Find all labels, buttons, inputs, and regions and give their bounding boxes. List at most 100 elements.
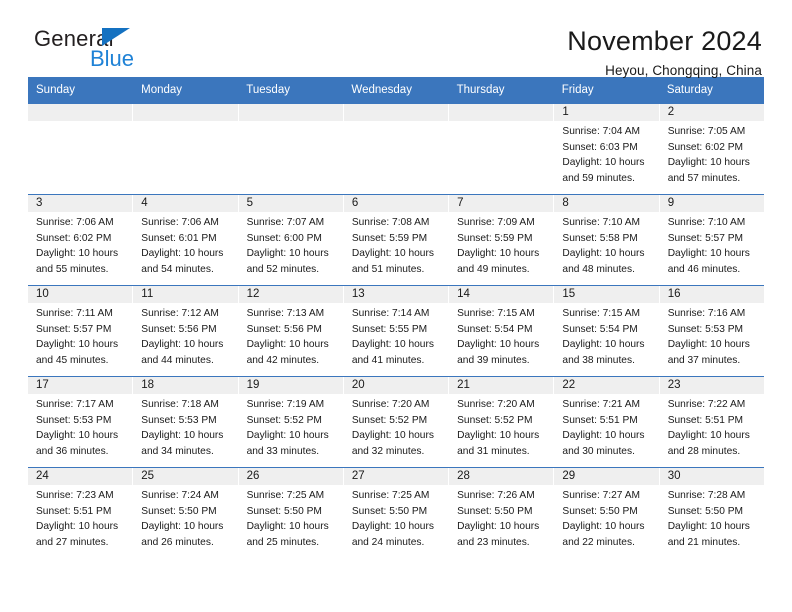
day-details: Sunrise: 7:07 AM Sunset: 6:00 PM Daylight:… — [239, 212, 343, 281]
day-details: Sunrise: 7:25 AM Sunset: 5:50 PM Daylight:… — [344, 485, 448, 554]
calendar-day-cell[interactable]: 19 Sunrise: 7:19 AM Sunset: 5:52 PM Dayligh… — [238, 377, 344, 468]
brand-logo[interactable]: General Blue — [28, 26, 178, 82]
calendar-day-cell[interactable]: 20 Sunrise: 7:20 AM Sunset: 5:52 PM Dayligh… — [343, 377, 450, 468]
calendar-day-cell[interactable]: 18 Sunrise: 7:18 AM Sunset: 5:53 PM Dayligh… — [133, 377, 239, 468]
sunset-text: Sunset: 5:52 PM — [457, 414, 533, 426]
sunset-text: Sunset: 5:57 PM — [36, 323, 112, 335]
day-details: Sunrise: 7:10 AM Sunset: 5:57 PM Daylight:… — [660, 212, 764, 281]
sunrise-text: Sunrise: 7:16 AM — [667, 308, 746, 320]
sunrise-text: Sunrise: 7:20 AM — [457, 399, 535, 411]
calendar-week-row: 24 Sunrise: 7:23 AM Sunset: 5:51 PM Dayligh… — [28, 467, 764, 559]
daylight-text: Daylight: 10 hours and 23 minutes. — [457, 521, 540, 548]
calendar-weeks: 1 Sunrise: 7:04 AM Sunset: 6:03 PM Daylight… — [28, 103, 764, 559]
sunrise-text: Sunrise: 7:15 AM — [457, 308, 535, 320]
sunset-text: Sunset: 5:50 PM — [562, 505, 638, 517]
day-number: 9 — [659, 195, 764, 213]
calendar-day-cell[interactable]: 6 Sunrise: 7:08 AM Sunset: 5:59 PM Daylight… — [343, 195, 450, 286]
sunrise-text: Sunrise: 7:07 AM — [246, 217, 325, 229]
sunset-text: Sunset: 5:58 PM — [562, 232, 638, 244]
day-details: Sunrise: 7:15 AM Sunset: 5:54 PM Daylight:… — [554, 303, 658, 372]
day-number: 30 — [659, 468, 764, 486]
day-number: 8 — [554, 195, 659, 213]
sunrise-text: Sunrise: 7:10 AM — [562, 217, 640, 229]
daylight-text: Daylight: 10 hours and 49 minutes. — [457, 248, 540, 275]
sunrise-text: Sunrise: 7:06 AM — [141, 217, 219, 229]
calendar-day-cell[interactable]: 12 Sunrise: 7:13 AM Sunset: 5:56 PM Dayligh… — [238, 286, 344, 377]
calendar-day-cell[interactable]: 30 Sunrise: 7:28 AM Sunset: 5:50 PM Dayligh… — [659, 468, 764, 559]
calendar-day-cell[interactable]: 1 Sunrise: 7:04 AM Sunset: 6:03 PM Daylight… — [554, 104, 660, 195]
sunset-text: Sunset: 5:54 PM — [457, 323, 533, 335]
calendar-day-cell[interactable]: 26 Sunrise: 7:25 AM Sunset: 5:50 PM Dayligh… — [238, 468, 344, 559]
sunrise-text: Sunrise: 7:25 AM — [246, 490, 325, 502]
day-number: 24 — [28, 468, 133, 486]
calendar-day-cell[interactable]: 17 Sunrise: 7:17 AM Sunset: 5:53 PM Dayligh… — [28, 377, 134, 468]
daylight-text: Daylight: 10 hours and 34 minutes. — [141, 430, 224, 457]
calendar-day-cell[interactable]: 15 Sunrise: 7:15 AM Sunset: 5:54 PM Dayligh… — [554, 286, 660, 377]
daylight-text: Daylight: 10 hours and 44 minutes. — [141, 339, 224, 366]
weekday-header-thursday: Thursday — [456, 84, 505, 96]
calendar-day-cell[interactable]: 11 Sunrise: 7:12 AM Sunset: 5:56 PM Dayligh… — [133, 286, 239, 377]
day-details: Sunrise: 7:08 AM Sunset: 5:59 PM Daylight:… — [344, 212, 448, 281]
sunrise-text: Sunrise: 7:08 AM — [351, 217, 430, 229]
day-number: 7 — [449, 195, 554, 213]
sunrise-text: Sunrise: 7:18 AM — [141, 399, 219, 411]
calendar-day-cell[interactable]: 29 Sunrise: 7:27 AM Sunset: 5:50 PM Dayligh… — [554, 468, 660, 559]
calendar-day-cell[interactable]: 8 Sunrise: 7:10 AM Sunset: 5:58 PM Daylight… — [554, 195, 660, 286]
triangle-icon — [102, 28, 130, 46]
calendar-week-row: 3 Sunrise: 7:06 AM Sunset: 6:02 PM Daylight… — [28, 194, 764, 286]
day-details: Sunrise: 7:20 AM Sunset: 5:52 PM Daylight:… — [344, 394, 448, 463]
calendar-day-cell[interactable]: 24 Sunrise: 7:23 AM Sunset: 5:51 PM Dayligh… — [28, 468, 134, 559]
daylight-text: Daylight: 10 hours and 38 minutes. — [562, 339, 645, 366]
sunrise-text: Sunrise: 7:27 AM — [562, 490, 640, 502]
day-details: Sunrise: 7:06 AM Sunset: 6:02 PM Daylight:… — [28, 212, 132, 281]
daylight-text: Daylight: 10 hours and 51 minutes. — [351, 248, 434, 275]
calendar-day-cell[interactable]: 27 Sunrise: 7:25 AM Sunset: 5:50 PM Dayligh… — [343, 468, 450, 559]
sunset-text: Sunset: 5:51 PM — [36, 505, 112, 517]
calendar-day-cell[interactable]: 16 Sunrise: 7:16 AM Sunset: 5:53 PM Dayligh… — [659, 286, 764, 377]
calendar-day-cell[interactable]: 14 Sunrise: 7:15 AM Sunset: 5:54 PM Dayligh… — [449, 286, 555, 377]
daylight-text: Daylight: 10 hours and 24 minutes. — [351, 521, 434, 548]
day-details: Sunrise: 7:26 AM Sunset: 5:50 PM Daylight:… — [449, 485, 553, 554]
day-number: 15 — [554, 286, 659, 304]
calendar-day-cell[interactable]: 13 Sunrise: 7:14 AM Sunset: 5:55 PM Dayligh… — [343, 286, 450, 377]
sunrise-text: Sunrise: 7:22 AM — [667, 399, 746, 411]
calendar-day-cell[interactable]: 9 Sunrise: 7:10 AM Sunset: 5:57 PM Daylight… — [659, 195, 764, 286]
day-number: 4 — [133, 195, 238, 213]
sunset-text: Sunset: 5:50 PM — [457, 505, 533, 517]
day-number: 29 — [554, 468, 659, 486]
day-number: 5 — [238, 195, 343, 213]
day-details: Sunrise: 7:11 AM Sunset: 5:57 PM Daylight:… — [28, 303, 132, 372]
day-details: Sunrise: 7:14 AM Sunset: 5:55 PM Daylight:… — [344, 303, 448, 372]
sunset-text: Sunset: 5:50 PM — [246, 505, 322, 517]
daylight-text: Daylight: 10 hours and 39 minutes. — [457, 339, 540, 366]
daylight-text: Daylight: 10 hours and 26 minutes. — [141, 521, 224, 548]
daylight-text: Daylight: 10 hours and 48 minutes. — [562, 248, 645, 275]
day-number: 20 — [343, 377, 449, 395]
sunrise-text: Sunrise: 7:11 AM — [36, 308, 113, 320]
day-number: 11 — [133, 286, 238, 304]
calendar-day-cell[interactable]: 7 Sunrise: 7:09 AM Sunset: 5:59 PM Daylight… — [449, 195, 555, 286]
calendar-day-cell[interactable]: 25 Sunrise: 7:24 AM Sunset: 5:50 PM Dayligh… — [133, 468, 239, 559]
day-number: 6 — [343, 195, 449, 213]
calendar-page: General Blue November 2024 Heyou, Chongq… — [0, 0, 792, 612]
calendar-day-cell[interactable]: 3 Sunrise: 7:06 AM Sunset: 6:02 PM Daylight… — [28, 195, 134, 286]
sunrise-text: Sunrise: 7:20 AM — [351, 399, 430, 411]
calendar-day-cell[interactable]: 28 Sunrise: 7:26 AM Sunset: 5:50 PM Dayligh… — [449, 468, 555, 559]
calendar-day-cell[interactable]: 21 Sunrise: 7:20 AM Sunset: 5:52 PM Dayligh… — [449, 377, 555, 468]
calendar-day-cell-empty — [28, 104, 134, 195]
calendar-day-cell[interactable]: 23 Sunrise: 7:22 AM Sunset: 5:51 PM Dayligh… — [659, 377, 764, 468]
page-title: November 2024 — [567, 26, 762, 56]
calendar-day-cell[interactable]: 10 Sunrise: 7:11 AM Sunset: 5:57 PM Dayligh… — [28, 286, 134, 377]
day-details: Sunrise: 7:04 AM Sunset: 6:03 PM Daylight:… — [554, 121, 658, 190]
daylight-text: Daylight: 10 hours and 54 minutes. — [141, 248, 224, 275]
day-number: 13 — [343, 286, 449, 304]
calendar-day-cell[interactable]: 2 Sunrise: 7:05 AM Sunset: 6:02 PM Daylight… — [659, 104, 764, 195]
daylight-text: Daylight: 10 hours and 33 minutes. — [246, 430, 329, 457]
sunset-text: Sunset: 5:57 PM — [667, 232, 744, 244]
day-details: Sunrise: 7:15 AM Sunset: 5:54 PM Daylight:… — [449, 303, 553, 372]
calendar-day-cell[interactable]: 22 Sunrise: 7:21 AM Sunset: 5:51 PM Dayligh… — [554, 377, 660, 468]
day-number: 10 — [28, 286, 133, 304]
day-details: Sunrise: 7:27 AM Sunset: 5:50 PM Daylight:… — [554, 485, 658, 554]
calendar-day-cell[interactable]: 4 Sunrise: 7:06 AM Sunset: 6:01 PM Daylight… — [133, 195, 239, 286]
calendar-day-cell[interactable]: 5 Sunrise: 7:07 AM Sunset: 6:00 PM Daylight… — [238, 195, 344, 286]
